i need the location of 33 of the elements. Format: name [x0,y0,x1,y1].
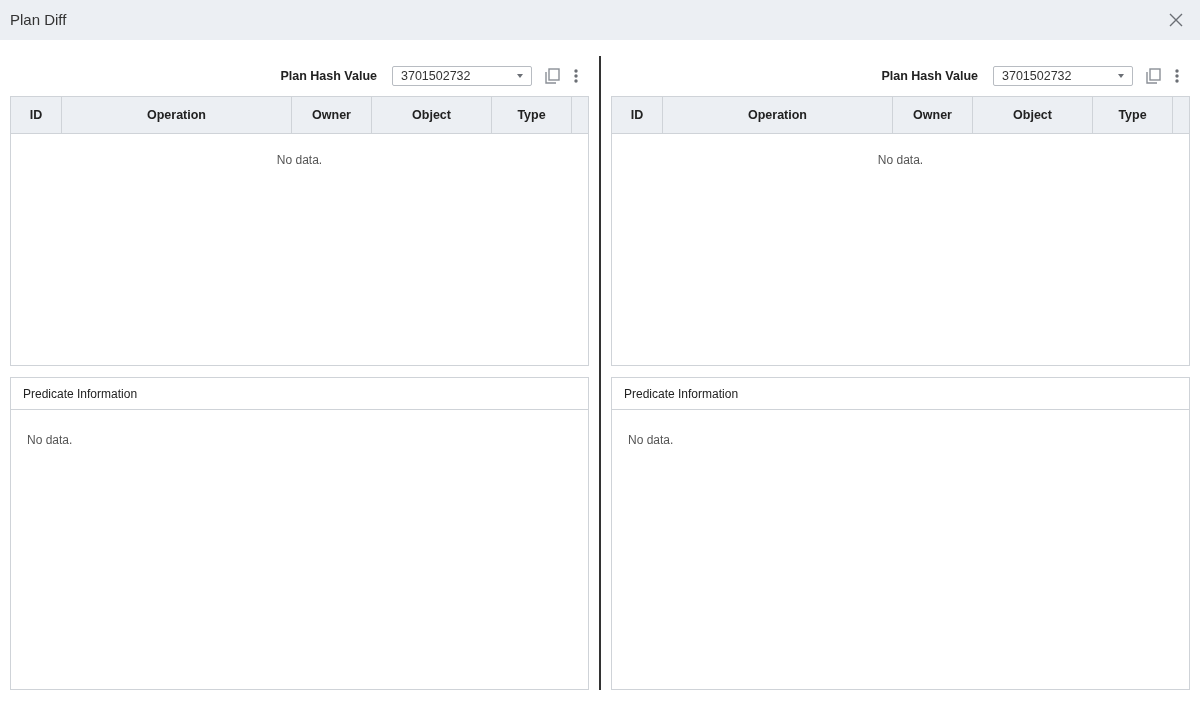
caret-icon [517,74,523,78]
empty-message: No data. [27,433,73,447]
column-header: Owner [312,106,351,124]
plan-hash-label: Plan Hash Value [280,67,377,85]
column-header: ID [630,106,644,124]
copy-icon [1146,68,1161,84]
more-button[interactable] [1174,68,1180,84]
column-header: Type [1118,106,1147,124]
close-button[interactable] [1168,12,1184,28]
column-header: Object [412,106,451,124]
column-header: Operation [146,106,206,124]
copy-button[interactable] [1145,67,1162,85]
predicate-title: Predicate Information [23,385,138,403]
close-icon [1169,13,1183,27]
column-header: Type [517,106,546,124]
copy-button[interactable] [544,67,561,85]
copy-icon [545,68,560,84]
plan-hash-select[interactable]: 3701502732 [993,66,1133,86]
column-header: Operation [747,106,807,124]
window-title: Plan Diff [10,9,67,30]
column-header: ID [29,106,43,124]
empty-message: No data. [276,152,323,167]
plan-hash-select[interactable]: 3701502732 [392,66,532,86]
column-header: Object [1013,106,1052,124]
more-icon [574,69,578,83]
more-icon [1175,69,1179,83]
caret-icon [1118,74,1124,78]
empty-message: No data. [628,433,674,447]
empty-message: No data. [877,152,924,167]
predicate-title: Predicate Information [624,385,739,403]
plan-hash-label: Plan Hash Value [881,67,978,85]
more-button[interactable] [573,68,579,84]
column-header: Owner [913,106,952,124]
